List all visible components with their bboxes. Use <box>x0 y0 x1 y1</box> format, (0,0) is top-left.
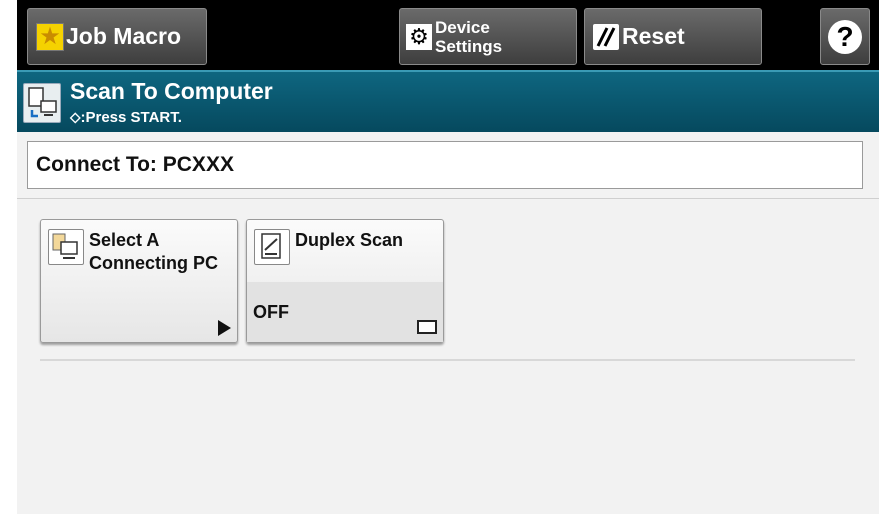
star-icon: ★ <box>36 22 64 51</box>
reset-label: Reset <box>622 23 685 49</box>
divider <box>40 359 855 361</box>
divider <box>17 198 879 199</box>
scan-to-computer-icon <box>23 83 61 123</box>
select-connecting-pc-label: Select A Connecting PC <box>89 230 218 273</box>
gear-icon: ⚙ <box>406 23 432 50</box>
page-subtitle: ⬦:Press START. <box>70 109 182 126</box>
device-settings-line2: Settings <box>435 36 503 56</box>
reset-button[interactable]: Reset <box>584 8 762 65</box>
job-macro-button[interactable]: ★ Job Macro <box>27 8 207 65</box>
select-connecting-pc-button[interactable]: Select A Connecting PC <box>40 219 238 343</box>
connecting-pc-icon <box>48 229 84 265</box>
arrow-right-icon <box>218 320 231 336</box>
connect-to-field: Connect To: PCXXX <box>27 141 863 189</box>
duplex-scan-value: OFF <box>253 302 289 322</box>
scan-to-computer-screen: ★ Job Macro ⚙ Device Settings Reset ? Sc… <box>17 0 879 514</box>
duplex-scan-label: Duplex Scan <box>295 230 404 250</box>
device-settings-button[interactable]: ⚙ Device Settings <box>399 8 577 65</box>
top-toolbar: ★ Job Macro ⚙ Device Settings Reset ? <box>17 0 879 70</box>
device-settings-label: Device Settings <box>435 18 502 56</box>
duplex-scan-button[interactable]: Duplex Scan OFF <box>246 219 444 343</box>
title-bar: Scan To Computer ⬦:Press START. <box>17 70 879 132</box>
device-settings-line1: Device <box>435 17 490 37</box>
reset-icon <box>593 23 619 50</box>
help-icon: ? <box>828 19 862 54</box>
duplex-scan-icon <box>254 229 290 265</box>
help-button[interactable]: ? <box>820 8 870 65</box>
options-box-icon <box>417 320 437 334</box>
page-title: Scan To Computer <box>70 78 273 104</box>
job-macro-label: Job Macro <box>66 23 182 49</box>
